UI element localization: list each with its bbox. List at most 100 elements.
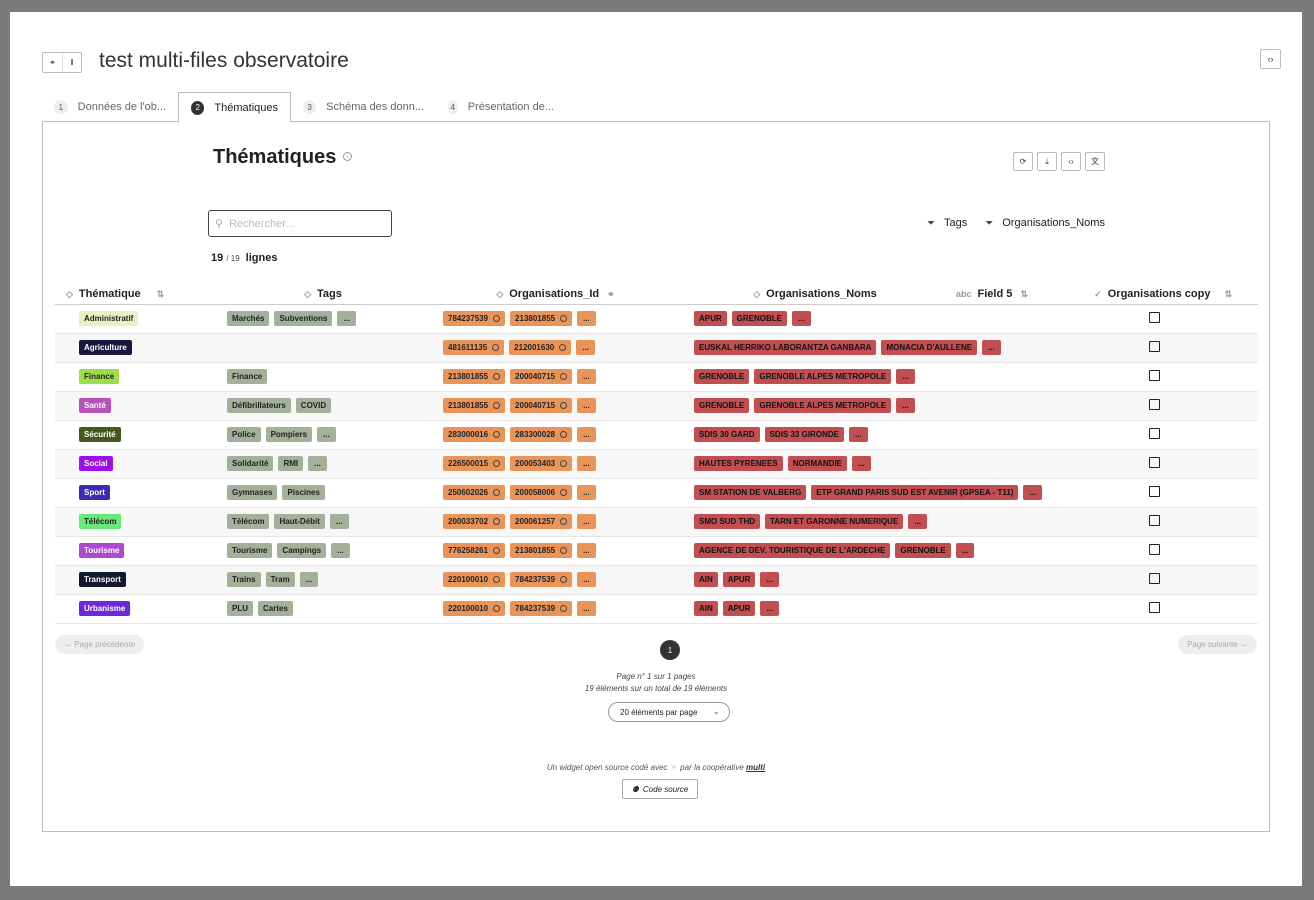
info-icon[interactable] xyxy=(493,604,501,612)
multi-link[interactable]: multi xyxy=(746,763,765,772)
more-chip[interactable]: ... xyxy=(577,368,596,384)
sort-icon[interactable]: ⇅ xyxy=(1020,289,1028,299)
translate-icon[interactable]: 文 xyxy=(1085,152,1105,171)
more-chip[interactable]: ... xyxy=(299,571,319,587)
organisation-id-chip[interactable]: 283000016 xyxy=(443,426,506,442)
organisation-id-chip[interactable]: 200033702 xyxy=(443,513,506,529)
info-icon[interactable] xyxy=(560,430,568,438)
organisation-id-chip[interactable]: 200040715 xyxy=(510,368,573,384)
view-toggle[interactable]: ⚭ ‖ xyxy=(42,52,82,73)
info-icon[interactable] xyxy=(560,314,568,322)
organisation-nom-chip[interactable]: NORMANDIE xyxy=(787,455,848,471)
more-chip[interactable]: ... xyxy=(852,455,871,471)
thematique-badge[interactable]: Transport xyxy=(79,571,126,587)
more-chip[interactable]: ... xyxy=(848,426,868,442)
thematique-badge[interactable]: Urbanisme xyxy=(79,600,131,616)
tag-chip[interactable]: Gymnases xyxy=(227,484,278,500)
organisation-nom-chip[interactable]: SM STATION DE VALBERG xyxy=(694,484,807,500)
organisation-nom-chip[interactable]: APUR xyxy=(694,310,727,326)
organisation-id-chip[interactable]: 212001630 xyxy=(509,339,572,355)
per-page-select[interactable]: 20 éléments par page ⌄ xyxy=(608,702,730,722)
more-chip[interactable]: ... xyxy=(577,310,596,326)
tag-chip[interactable]: Campings xyxy=(277,542,327,558)
organisation-id-chip[interactable]: 200040715 xyxy=(510,397,573,413)
organisation-id-chip[interactable]: 213801855 xyxy=(510,542,573,558)
tag-chip[interactable]: Tourisme xyxy=(227,542,273,558)
tag-chip[interactable]: Cartes xyxy=(258,600,293,616)
organisation-nom-chip[interactable]: GRENOBLE xyxy=(694,397,750,413)
filter-organisations-noms[interactable]: ⏷ Organisations_Noms xyxy=(985,217,1105,229)
info-icon[interactable] xyxy=(560,372,568,380)
info-icon[interactable] xyxy=(493,372,501,380)
organisation-id-chip[interactable]: 200058006 xyxy=(510,484,573,500)
more-chip[interactable]: ... xyxy=(577,600,596,616)
tag-chip[interactable]: Pompiers xyxy=(265,426,313,442)
link-icon[interactable]: ⚭ xyxy=(43,53,62,72)
organisation-nom-chip[interactable]: EUSKAL HERRIKO LABORANTZA GANBARA xyxy=(694,339,877,355)
more-chip[interactable]: ... xyxy=(577,397,596,413)
info-icon[interactable]: i xyxy=(343,152,352,161)
checkbox[interactable] xyxy=(1148,601,1160,613)
checkbox[interactable] xyxy=(1148,485,1160,497)
more-chip[interactable]: ... xyxy=(760,571,780,587)
more-chip[interactable]: ... xyxy=(577,484,596,500)
organisation-nom-chip[interactable]: SDIS 33 GIRONDE xyxy=(764,426,844,442)
info-icon[interactable] xyxy=(493,401,501,409)
organisation-nom-chip[interactable]: SDIS 30 GARD xyxy=(694,426,760,442)
code-icon[interactable]: ‹› xyxy=(1260,49,1281,69)
thematique-badge[interactable]: Sport xyxy=(79,484,110,500)
tag-chip[interactable]: COVID xyxy=(295,397,332,413)
page-number-1[interactable]: 1 xyxy=(660,640,680,660)
info-icon[interactable] xyxy=(560,575,568,583)
organisation-id-chip[interactable]: 220100010 xyxy=(443,600,506,616)
sort-icon[interactable]: ⇅ xyxy=(1224,289,1232,299)
organisation-nom-chip[interactable]: GRENOBLE xyxy=(731,310,788,326)
more-chip[interactable]: ... xyxy=(317,426,336,442)
col-organisations-copy[interactable]: ✓ Organisations copy ⇅ xyxy=(1050,285,1258,305)
organisation-id-chip[interactable]: 226500015 xyxy=(443,455,506,471)
code-icon[interactable]: ‹› xyxy=(1061,152,1081,171)
checkbox[interactable] xyxy=(1148,456,1160,468)
organisation-nom-chip[interactable]: ETP GRAND PARIS SUD EST AVENIR (GPSEA - … xyxy=(811,484,1019,500)
tag-chip[interactable]: Télécom xyxy=(227,513,270,529)
col-organisations-id[interactable]: ◇ Organisations_Id ⚭ xyxy=(431,285,680,305)
more-chip[interactable]: ... xyxy=(577,542,596,558)
tag-chip[interactable]: PLU xyxy=(227,600,253,616)
info-icon[interactable] xyxy=(493,517,501,525)
organisation-id-chip[interactable]: 784237539 xyxy=(443,310,506,326)
organisation-nom-chip[interactable]: AIN xyxy=(694,571,718,587)
sort-icon[interactable]: ⇅ xyxy=(157,289,165,299)
organisation-id-chip[interactable]: 213801855 xyxy=(443,397,506,413)
organisation-id-chip[interactable]: 213801855 xyxy=(510,310,573,326)
checkbox[interactable] xyxy=(1148,543,1160,555)
organisation-id-chip[interactable]: 213801855 xyxy=(443,368,506,384)
next-page-button[interactable]: Page suivante → xyxy=(1178,635,1257,654)
organisation-nom-chip[interactable]: GRENOBLE ALPES METROPOLE xyxy=(754,397,892,413)
tag-chip[interactable]: Solidarité xyxy=(227,455,274,471)
checkbox[interactable] xyxy=(1148,340,1160,352)
info-icon[interactable] xyxy=(560,546,568,554)
more-chip[interactable]: ... xyxy=(792,310,811,326)
info-icon[interactable] xyxy=(493,575,501,583)
info-icon[interactable] xyxy=(493,488,501,496)
info-icon[interactable] xyxy=(560,517,568,525)
more-chip[interactable]: ... xyxy=(1023,484,1043,500)
download-icon[interactable]: ⤓ xyxy=(1037,152,1057,171)
thematique-badge[interactable]: Agriculture xyxy=(79,339,132,355)
organisation-nom-chip[interactable]: HAUTES PYRENEES xyxy=(694,455,783,471)
tag-chip[interactable]: Police xyxy=(227,426,261,442)
thematique-badge[interactable]: Tourisme xyxy=(79,542,125,558)
tag-chip[interactable]: RMI xyxy=(278,455,304,471)
col-thematique[interactable]: ◇ Thématique ⇅ xyxy=(55,285,215,305)
organisation-nom-chip[interactable]: APUR xyxy=(722,571,756,587)
prev-page-button[interactable]: ← Page précédente xyxy=(55,635,145,654)
more-chip[interactable]: ... xyxy=(955,542,975,558)
organisation-id-chip[interactable]: 200061257 xyxy=(510,513,573,529)
thematique-badge[interactable]: Santé xyxy=(79,397,111,413)
checkbox[interactable] xyxy=(1148,398,1160,410)
info-icon[interactable] xyxy=(492,343,500,351)
refresh-icon[interactable]: ⟳ xyxy=(1013,152,1033,171)
tag-chip[interactable]: Piscines xyxy=(282,484,325,500)
more-chip[interactable]: ... xyxy=(896,368,915,384)
tag-chip[interactable]: Haut-Débit xyxy=(274,513,325,529)
